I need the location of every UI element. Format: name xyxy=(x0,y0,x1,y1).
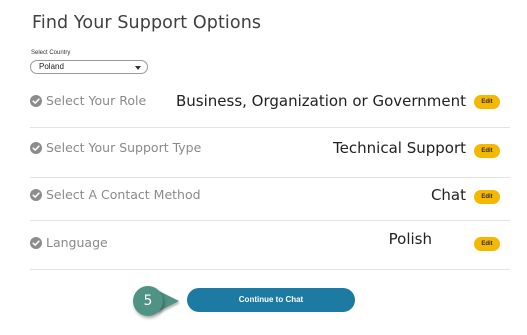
check-circle-icon xyxy=(30,142,42,154)
edit-language-button[interactable]: Edit xyxy=(474,237,500,251)
row-contact-method-value: Chat xyxy=(430,186,466,204)
row-language: Language Polish Edit xyxy=(30,229,510,273)
country-select-value: Poland xyxy=(39,62,64,71)
row-language-label: Language xyxy=(46,235,108,250)
check-circle-icon xyxy=(30,95,42,107)
page-title: Find Your Support Options xyxy=(32,13,262,33)
edit-role-button[interactable]: Edit xyxy=(474,95,500,109)
divider xyxy=(30,220,510,221)
check-circle-icon xyxy=(30,237,42,249)
step-number-badge: 5 xyxy=(133,286,163,316)
country-select[interactable]: Poland xyxy=(30,60,148,74)
check-circle-icon xyxy=(30,189,42,201)
row-language-value: Polish xyxy=(388,230,432,248)
support-options-page: Find Your Support Options Select Country… xyxy=(0,0,527,335)
divider xyxy=(30,177,510,178)
edit-contact-method-button[interactable]: Edit xyxy=(474,190,500,204)
row-contact-method-label: Select A Contact Method xyxy=(46,187,201,202)
row-support-type-label: Select Your Support Type xyxy=(46,140,202,155)
chevron-down-icon xyxy=(135,66,141,70)
edit-support-type-button[interactable]: Edit xyxy=(474,144,500,158)
divider xyxy=(30,269,510,270)
continue-to-chat-button[interactable]: Continue to Chat xyxy=(187,288,355,312)
divider xyxy=(30,127,510,128)
row-role-label: Select Your Role xyxy=(46,93,147,108)
row-role-value: Business, Organization or Government xyxy=(175,92,466,110)
row-support-type-value: Technical Support xyxy=(333,139,466,157)
country-select-label: Select Country xyxy=(31,50,71,56)
row-support-type: Select Your Support Type Technical Suppo… xyxy=(30,136,510,180)
